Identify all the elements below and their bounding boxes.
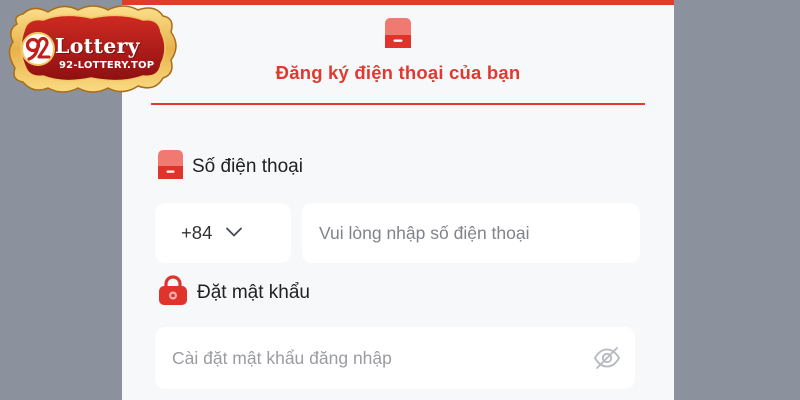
- password-input-container: [155, 327, 635, 389]
- phone-label-text: Số điện thoại: [192, 156, 303, 177]
- phone-input-container: [302, 203, 640, 263]
- chevron-down-icon: [226, 224, 243, 242]
- site-logo[interactable]: Lottery 92-LOTTERY.TOP: [3, 2, 181, 100]
- logo-title: Lottery: [55, 34, 140, 58]
- phone-field-label: Số điện thoại: [158, 150, 303, 184]
- lock-icon: [158, 274, 188, 311]
- registration-panel: Đăng ký điện thoại của bạn Số điện thoại…: [122, 0, 674, 400]
- logo-subtitle: 92-LOTTERY.TOP: [59, 60, 155, 71]
- panel-top-accent-bar: [122, 0, 674, 5]
- phone-icon: [158, 150, 183, 184]
- phone-number-input[interactable]: [319, 222, 640, 244]
- title-underline: [151, 103, 645, 105]
- country-code-value: +84: [181, 222, 213, 243]
- password-input[interactable]: [172, 347, 593, 369]
- country-code-select[interactable]: +84: [155, 203, 291, 263]
- phone-icon: [384, 18, 412, 48]
- password-label-text: Đặt mật khẩu: [197, 281, 310, 303]
- form-title: Đăng ký điện thoại của bạn: [275, 62, 521, 83]
- password-field-label: Đặt mật khẩu: [158, 274, 310, 311]
- eye-off-icon[interactable]: [593, 344, 621, 372]
